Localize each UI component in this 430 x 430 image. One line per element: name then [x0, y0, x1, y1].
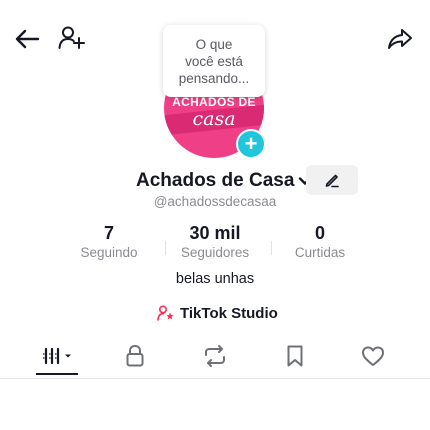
add-user-icon — [58, 26, 85, 49]
bio-text[interactable]: belas unhas — [0, 271, 430, 287]
note-bubble[interactable]: O que você está pensando... — [163, 25, 265, 97]
tab-videos[interactable] — [32, 340, 82, 372]
tab-favorites[interactable] — [278, 340, 312, 372]
add-story-button[interactable]: + — [236, 129, 266, 159]
stat-followers[interactable]: 30 mil Seguidores — [155, 223, 275, 260]
pencil-icon — [325, 174, 339, 188]
back-button[interactable] — [12, 24, 42, 54]
stat-label: Curtidas — [294, 245, 346, 260]
tab-reposts[interactable] — [198, 340, 232, 372]
account-switcher[interactable]: Achados de Casa — [136, 168, 312, 194]
username: @achadossdecasaa — [153, 194, 277, 209]
studio-user-icon — [157, 305, 174, 321]
content-tabs — [0, 336, 430, 379]
tiktok-studio-label: TikTok Studio — [180, 304, 278, 322]
avatar-logo-text-bottom: casa — [192, 108, 236, 130]
note-bubble-text: O que você está pensando... — [178, 36, 250, 86]
avatar-logo-text-top: ACHADOS DE — [172, 95, 256, 109]
stat-value: 0 — [314, 223, 325, 243]
lock-icon — [126, 344, 144, 367]
plus-icon: + — [244, 131, 258, 156]
tab-liked[interactable] — [356, 340, 390, 372]
edit-profile-button[interactable] — [306, 165, 358, 195]
display-name: Achados de Casa — [136, 170, 295, 191]
share-button[interactable] — [384, 24, 416, 54]
bookmark-icon — [287, 345, 303, 367]
tab-private[interactable] — [118, 340, 152, 372]
stat-label: Seguindo — [80, 245, 138, 260]
add-friend-button[interactable] — [56, 22, 88, 54]
tiktok-studio-link[interactable]: TikTok Studio — [157, 303, 278, 323]
arrow-left-icon — [15, 29, 40, 49]
grid-icon — [43, 347, 71, 365]
active-tab-indicator — [36, 373, 78, 375]
share-arrow-icon — [388, 29, 412, 49]
stat-value: 7 — [103, 223, 114, 243]
stat-following[interactable]: 7 Seguindo — [49, 223, 169, 260]
stat-likes[interactable]: 0 Curtidas — [260, 223, 380, 260]
heart-icon — [362, 346, 384, 366]
repost-icon — [205, 345, 225, 367]
stat-label: Seguidores — [180, 245, 250, 260]
stat-value: 30 mil — [189, 223, 241, 243]
